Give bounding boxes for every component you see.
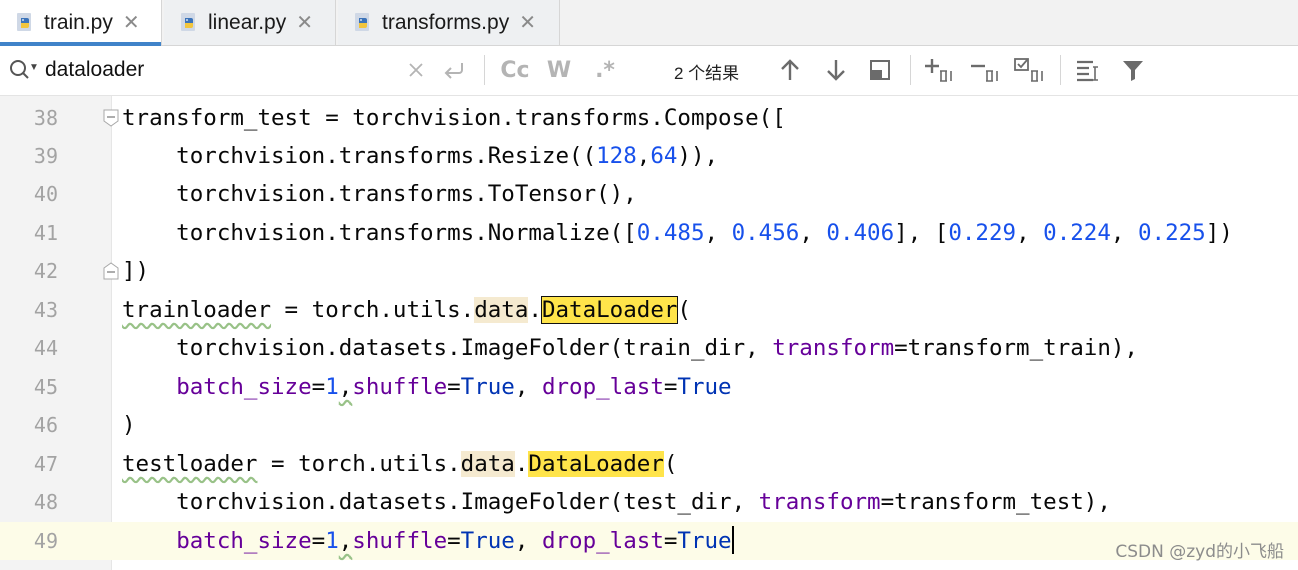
code-line[interactable]: 45 batch_size=1,shuffle=True, drop_last=…: [0, 368, 1298, 406]
tab-transforms-py[interactable]: transforms.py ✕: [338, 0, 560, 45]
line-number: 44: [33, 336, 58, 360]
close-icon[interactable]: ✕: [519, 13, 536, 33]
close-icon[interactable]: ✕: [123, 13, 140, 33]
code-line[interactable]: 40 torchvision.transforms.ToTensor(),: [0, 175, 1298, 213]
code-line[interactable]: 41 torchvision.transforms.Normalize([0.4…: [0, 214, 1298, 252]
line-number: 48: [33, 490, 58, 514]
line-number: 49: [0, 522, 58, 560]
tab-label: linear.py: [208, 10, 287, 34]
code-line[interactable]: 38 transform_test = torchvision.transfor…: [0, 99, 1298, 137]
code-editor[interactable]: 38 transform_test = torchvision.transfor…: [0, 96, 1298, 570]
previous-occurrence-icon[interactable]: [776, 54, 804, 86]
code-line[interactable]: 42 ]): [0, 252, 1298, 290]
code-line[interactable]: 39 torchvision.transforms.Resize((128,64…: [0, 137, 1298, 175]
line-number: 42: [33, 259, 58, 283]
code-line[interactable]: 47 testloader = torch.utils.data.DataLoa…: [0, 445, 1298, 483]
tab-train-py[interactable]: train.py ✕: [0, 0, 162, 46]
search-result-count: 2 个结果: [674, 64, 740, 83]
search-history-chevron-icon[interactable]: ▼: [29, 62, 39, 73]
code-text: torchvision.transforms.ToTensor(),: [122, 181, 637, 207]
code-text: torchvision.transforms.Normalize([0.485,…: [122, 220, 1233, 246]
remove-occurrence-icon[interactable]: [968, 54, 1002, 86]
line-number: 40: [33, 182, 58, 206]
tab-label: transforms.py: [382, 10, 510, 34]
search-match: DataLoader: [528, 451, 664, 477]
toolbar-separator: [1060, 55, 1061, 85]
watermark: CSDN @zyd的小飞船: [1115, 542, 1284, 562]
fold-marker-icon[interactable]: [103, 109, 119, 127]
code-text: torchvision.datasets.ImageFolder(train_d…: [122, 335, 1138, 361]
line-number: 38: [33, 106, 58, 130]
code-line[interactable]: 43 trainloader = torch.utils.data.DataLo…: [0, 291, 1298, 329]
text-cursor: [731, 525, 734, 554]
find-bar: ▼ Cc W .* 2 个结果: [0, 46, 1298, 96]
tab-label: train.py: [44, 10, 113, 34]
close-icon[interactable]: ✕: [296, 13, 313, 33]
code-line[interactable]: 44 torchvision.datasets.ImageFolder(trai…: [0, 329, 1298, 367]
match-case-button[interactable]: Cc: [498, 54, 532, 86]
python-file-icon: [355, 12, 369, 31]
next-occurrence-icon[interactable]: [822, 54, 850, 86]
toolbar-separator: [484, 55, 485, 85]
open-in-window-icon[interactable]: [866, 54, 894, 86]
line-number: 47: [33, 452, 58, 476]
toolbar-separator: [910, 55, 911, 85]
editor-tab-bar: train.py ✕ linear.py ✕ transforms.py ✕: [0, 0, 1298, 46]
code-line-current[interactable]: 49 batch_size=1,shuffle=True, drop_last=…: [0, 522, 1298, 560]
regex-button[interactable]: .*: [590, 54, 620, 86]
current-search-match: DataLoader: [540, 296, 679, 324]
code-text: torchvision.transforms.Resize((128,64)),: [122, 143, 719, 169]
line-number: 41: [33, 221, 58, 245]
code-text: batch_size=1,shuffle=True, drop_last=Tru…: [122, 522, 734, 560]
code-line[interactable]: 46 ): [0, 406, 1298, 444]
code-text: torchvision.datasets.ImageFolder(test_di…: [122, 489, 1111, 515]
search-input[interactable]: [45, 55, 395, 85]
tab-linear-py[interactable]: linear.py ✕: [164, 0, 336, 45]
line-number: 43: [33, 298, 58, 322]
code-text: ): [122, 412, 136, 438]
line-number: 46: [33, 413, 58, 437]
code-text: testloader = torch.utils.data.DataLoader…: [122, 451, 678, 477]
code-text: transform_test = torchvision.transforms.…: [122, 105, 786, 131]
search-in-selection-icon[interactable]: [1072, 54, 1106, 86]
line-number: 45: [33, 375, 58, 399]
code-line[interactable]: 48 torchvision.datasets.ImageFolder(test…: [0, 483, 1298, 521]
code-text: batch_size=1,shuffle=True, drop_last=Tru…: [176, 374, 732, 400]
fold-marker-icon[interactable]: [103, 262, 119, 280]
whole-words-button[interactable]: W: [544, 54, 574, 86]
code-text: ]): [122, 258, 150, 284]
add-occurrence-icon[interactable]: [922, 54, 956, 86]
python-file-icon: [181, 12, 195, 31]
code-text: trainloader = torch.utils.data.DataLoade…: [122, 296, 691, 324]
filter-icon[interactable]: [1118, 54, 1148, 86]
clear-search-icon[interactable]: [405, 54, 427, 86]
python-file-icon: [17, 12, 31, 31]
line-number: 39: [33, 144, 58, 168]
new-line-icon[interactable]: [440, 54, 468, 86]
select-all-occurrences-icon[interactable]: [1012, 54, 1048, 86]
